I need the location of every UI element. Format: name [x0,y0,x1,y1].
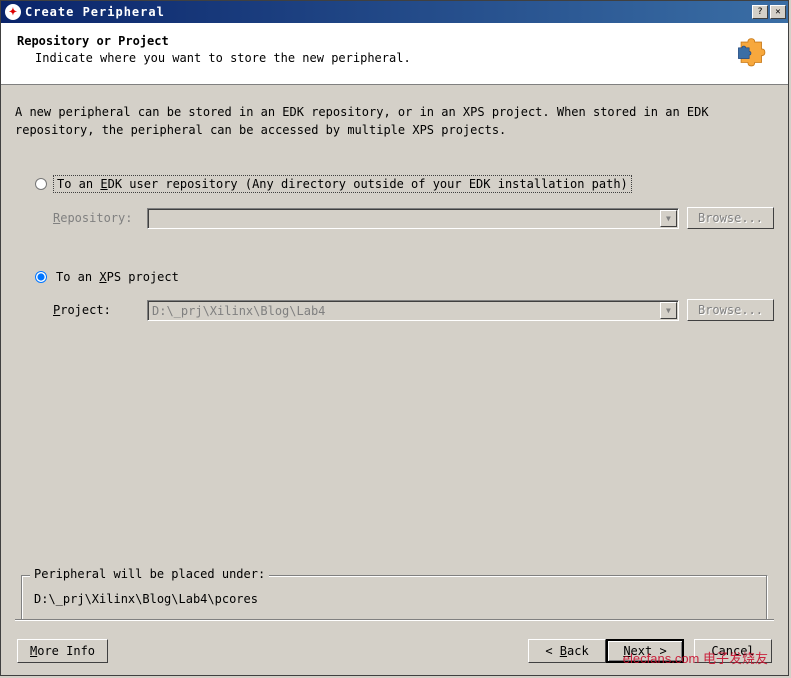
option-xps-label: To an XPS project [53,269,182,285]
wizard-header: Repository or Project Indicate where you… [1,23,788,85]
repository-combo: ▼ [147,208,679,229]
option-xps-project[interactable]: To an XPS project [35,269,774,285]
placement-path: D:\_prj\Xilinx\Blog\Lab4\pcores [34,592,755,606]
repository-field-row: Repository: ▼ Browse... [53,207,774,229]
project-field-row: Project: D:\_prj\Xilinx\Blog\Lab4 ▼ Brow… [53,299,774,321]
header-subtitle: Indicate where you want to store the new… [17,50,411,67]
browse-repository-button: Browse... [687,207,774,229]
titlebar: ✦ Create Peripheral ? ✕ [1,1,788,23]
titlebar-buttons: ? ✕ [752,5,786,19]
repository-value [148,209,659,228]
chevron-down-icon[interactable]: ▼ [660,302,677,319]
header-title: Repository or Project [17,33,411,50]
browse-project-button: Browse... [687,299,774,321]
title-left: ✦ Create Peripheral [5,4,165,20]
header-text: Repository or Project Indicate where you… [17,33,411,67]
more-info-button[interactable]: More Info [17,639,108,663]
app-icon: ✦ [5,4,21,20]
content-area: A new peripheral can be stored in an EDK… [1,85,788,321]
placement-groupbox: Peripheral will be placed under: D:\_prj… [21,575,768,621]
chevron-down-icon: ▼ [660,210,677,227]
radio-xps[interactable] [35,271,47,283]
watermark: elecfans.com 电子发烧友 [623,648,768,667]
wizard-window: ✦ Create Peripheral ? ✕ Repository or Pr… [0,0,789,676]
repository-label: Repository: [53,211,139,225]
help-button[interactable]: ? [752,5,768,19]
window-title: Create Peripheral [25,5,165,19]
divider [15,619,774,621]
description-text: A new peripheral can be stored in an EDK… [15,103,774,139]
option-edk-label: To an EDK user repository (Any directory… [53,175,632,193]
close-button[interactable]: ✕ [770,5,786,19]
project-combo[interactable]: D:\_prj\Xilinx\Blog\Lab4 ▼ [147,300,679,321]
back-button[interactable]: < Back [528,639,606,663]
puzzle-icon [736,37,772,73]
radio-edk[interactable] [35,178,47,190]
option-edk-repository[interactable]: To an EDK user repository (Any directory… [35,175,774,193]
project-value: D:\_prj\Xilinx\Blog\Lab4 [148,301,659,320]
project-label: Project: [53,303,139,317]
groupbox-title: Peripheral will be placed under: [30,567,269,581]
